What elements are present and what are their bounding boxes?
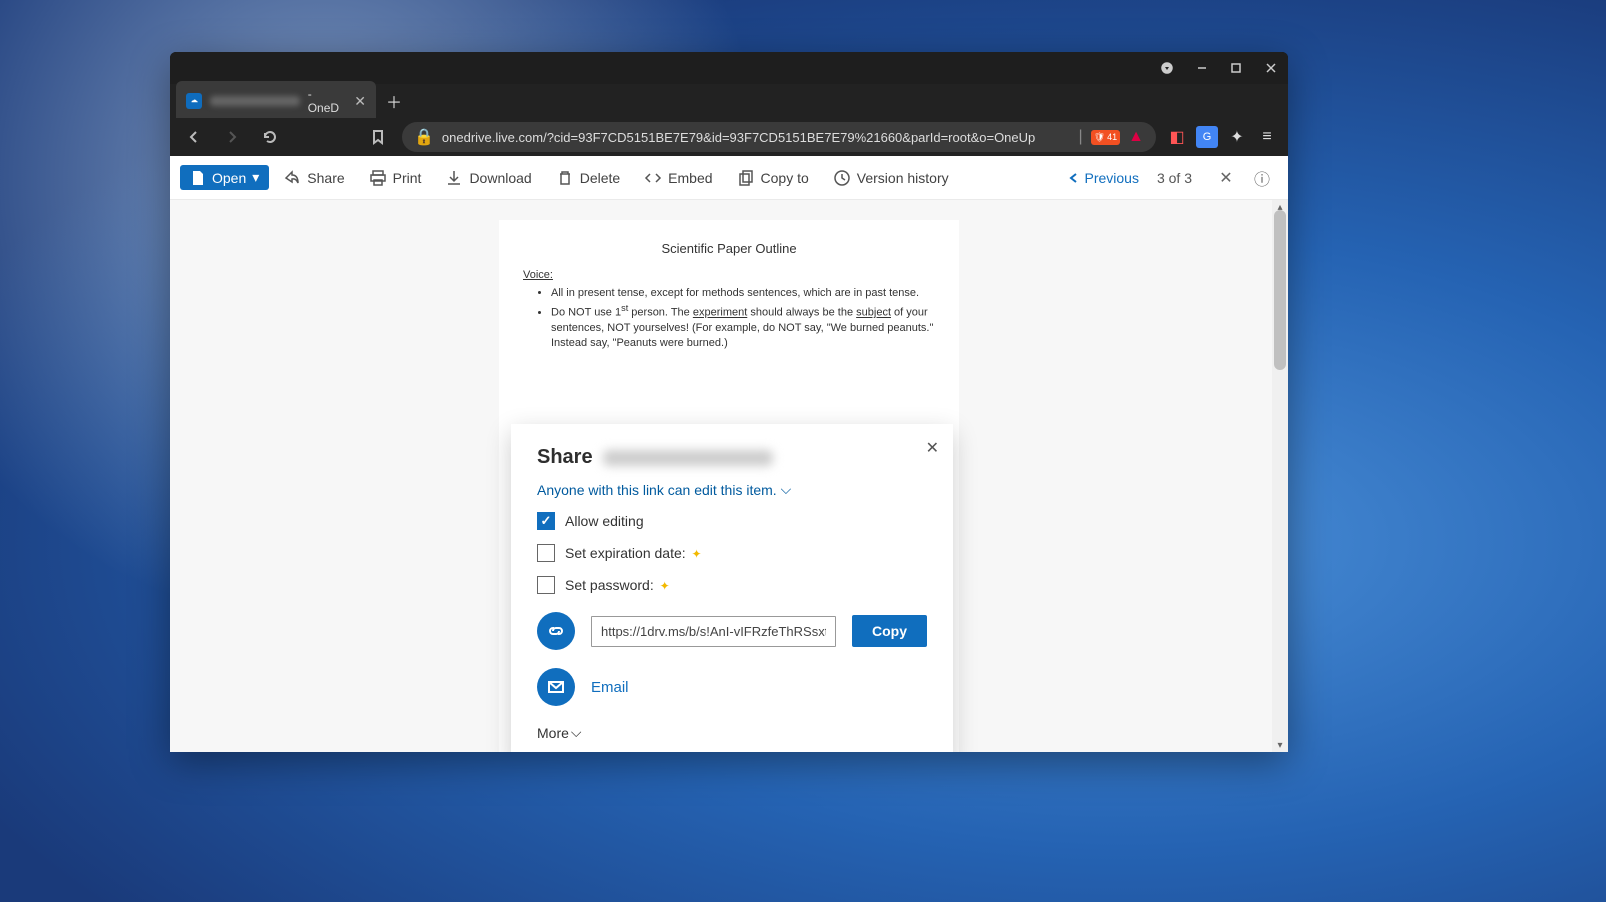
allow-editing-option: Allow editing bbox=[537, 512, 927, 530]
chevron-down-icon: ⌵ bbox=[571, 724, 582, 741]
onedrive-toolbar: Open ▾ Share Print Download Delete Embed… bbox=[170, 156, 1288, 200]
close-viewer-button[interactable]: ✕ bbox=[1210, 162, 1242, 194]
maximize-button[interactable] bbox=[1219, 52, 1254, 84]
browser-tab[interactable]: - OneD ✕ bbox=[176, 81, 376, 121]
onedrive-favicon bbox=[186, 93, 202, 109]
share-modal: ✕ Share Anyone with this link can edit t… bbox=[511, 424, 953, 752]
link-permissions-dropdown[interactable]: Anyone with this link can edit this item… bbox=[537, 481, 927, 498]
modal-title: Share bbox=[537, 446, 927, 469]
address-bar: 🔒 onedrive.live.com/?cid=93F7CD5151BE7E7… bbox=[170, 118, 1288, 156]
link-icon bbox=[546, 621, 566, 641]
url-text: onedrive.live.com/?cid=93F7CD5151BE7E79&… bbox=[442, 130, 1071, 145]
bookmark-button[interactable] bbox=[364, 123, 392, 151]
history-icon bbox=[833, 169, 851, 187]
chevron-down-icon: ▾ bbox=[252, 169, 259, 186]
download-button[interactable]: Download bbox=[435, 163, 541, 193]
set-password-label: Set password: ✦ bbox=[565, 577, 670, 593]
reload-button[interactable] bbox=[256, 123, 284, 151]
vertical-scrollbar[interactable]: ▴ ▾ bbox=[1272, 200, 1288, 752]
open-button[interactable]: Open ▾ bbox=[180, 165, 269, 190]
extensions-icon[interactable]: ✦ bbox=[1226, 126, 1248, 148]
version-history-button[interactable]: Version history bbox=[823, 163, 959, 193]
set-expiration-checkbox[interactable] bbox=[537, 544, 555, 562]
voice-bullet-1: All in present tense, except for methods… bbox=[551, 286, 935, 301]
translate-icon[interactable]: G bbox=[1196, 126, 1218, 148]
triangle-icon[interactable]: ▲ bbox=[1128, 128, 1144, 146]
share-button[interactable]: Share bbox=[273, 163, 354, 193]
link-icon-circle bbox=[537, 612, 575, 650]
content-area: Open ▾ Share Print Download Delete Embed… bbox=[170, 156, 1288, 752]
tab-suffix: - OneD bbox=[308, 87, 347, 115]
new-tab-button[interactable]: ＋ bbox=[380, 87, 408, 115]
voice-bullet-2: Do NOT use 1st person. The experiment sh… bbox=[551, 302, 935, 352]
set-password-checkbox[interactable] bbox=[537, 576, 555, 594]
trash-icon bbox=[556, 169, 574, 187]
embed-icon bbox=[644, 169, 662, 187]
close-tab-icon[interactable]: ✕ bbox=[354, 93, 366, 110]
forward-button[interactable] bbox=[218, 123, 246, 151]
set-expiration-label: Set expiration date: ✦ bbox=[565, 545, 702, 561]
scroll-down-arrow[interactable]: ▾ bbox=[1272, 738, 1288, 752]
minimize-button[interactable] bbox=[1185, 52, 1220, 84]
delete-button[interactable]: Delete bbox=[546, 163, 630, 193]
back-button[interactable] bbox=[180, 123, 208, 151]
set-expiration-option: Set expiration date: ✦ bbox=[537, 544, 927, 562]
close-window-button[interactable] bbox=[1254, 52, 1289, 84]
chevron-left-icon bbox=[1067, 171, 1081, 185]
premium-star-icon: ✦ bbox=[660, 579, 670, 593]
tab-title-blurred bbox=[210, 96, 300, 106]
share-url-input[interactable] bbox=[591, 616, 836, 647]
print-button[interactable]: Print bbox=[359, 163, 432, 193]
email-icon-circle[interactable] bbox=[537, 668, 575, 706]
set-password-option: Set password: ✦ bbox=[537, 576, 927, 594]
page-counter: 3 of 3 bbox=[1157, 170, 1192, 186]
voice-heading: Voice: bbox=[523, 268, 935, 283]
email-icon bbox=[546, 677, 566, 697]
copy-icon bbox=[737, 169, 755, 187]
lock-icon: 🔒 bbox=[414, 127, 434, 147]
info-button[interactable]: ⓘ bbox=[1246, 162, 1278, 194]
menu-icon[interactable]: ≡ bbox=[1256, 126, 1278, 148]
chevron-down-icon: ⌵ bbox=[781, 481, 792, 498]
scrollbar-thumb[interactable] bbox=[1274, 210, 1286, 370]
filename-blurred bbox=[603, 450, 773, 466]
print-icon bbox=[369, 169, 387, 187]
embed-button[interactable]: Embed bbox=[634, 163, 722, 193]
allow-editing-checkbox[interactable] bbox=[537, 512, 555, 530]
doc-title: Scientific Paper Outline bbox=[523, 240, 935, 258]
copy-to-button[interactable]: Copy to bbox=[727, 163, 819, 193]
premium-star-icon: ✦ bbox=[692, 547, 702, 561]
document-icon bbox=[190, 170, 206, 186]
allow-editing-label: Allow editing bbox=[565, 513, 644, 529]
previous-button[interactable]: Previous bbox=[1067, 170, 1139, 186]
more-dropdown[interactable]: More⌵ bbox=[537, 724, 927, 741]
browser-window: - OneD ✕ ＋ 🔒 onedrive.live.com/?cid=93F7… bbox=[170, 52, 1288, 752]
window-titlebar bbox=[170, 52, 1288, 84]
dropdown-icon[interactable] bbox=[1150, 52, 1185, 84]
url-box[interactable]: 🔒 onedrive.live.com/?cid=93F7CD5151BE7E7… bbox=[402, 122, 1156, 152]
puzzle-ext-icon[interactable]: ◧ bbox=[1166, 126, 1188, 148]
tab-bar: - OneD ✕ ＋ bbox=[170, 84, 1288, 118]
download-icon bbox=[445, 169, 463, 187]
copy-button[interactable]: Copy bbox=[852, 615, 927, 647]
email-option[interactable]: Email bbox=[591, 679, 629, 696]
share-icon bbox=[283, 169, 301, 187]
brave-shield-icon[interactable]: 🛡41 bbox=[1091, 130, 1120, 145]
close-modal-button[interactable]: ✕ bbox=[926, 438, 939, 458]
